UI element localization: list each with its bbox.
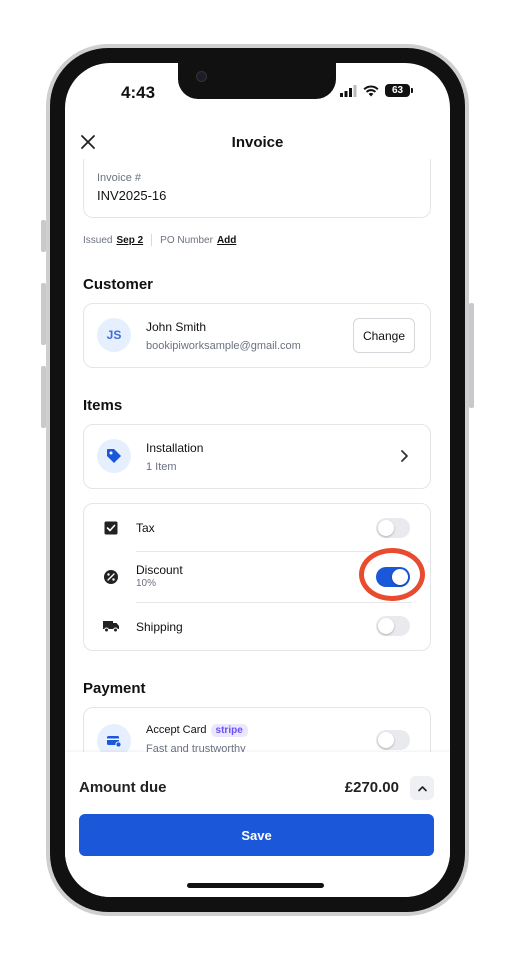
stripe-badge: stripe bbox=[210, 724, 248, 737]
accept-card-label: Accept Card bbox=[146, 724, 207, 736]
amount-due-label: Amount due bbox=[79, 779, 167, 796]
battery-indicator: 63 bbox=[385, 84, 413, 97]
amount-due-sheet: Amount due £270.00 Save bbox=[65, 752, 450, 897]
shipping-label: Shipping bbox=[136, 620, 183, 634]
customer-section-title: Customer bbox=[83, 276, 154, 293]
page-title: Invoice bbox=[231, 134, 284, 151]
front-camera bbox=[196, 71, 207, 82]
po-number-add-link[interactable]: Add bbox=[217, 235, 236, 246]
tax-label: Tax bbox=[136, 521, 155, 535]
payment-section-title: Payment bbox=[83, 680, 146, 697]
tax-toggle-knob bbox=[378, 520, 394, 536]
invoice-number-value: INV2025-16 bbox=[97, 188, 167, 203]
issued-label: Issued bbox=[83, 234, 113, 246]
chevron-right-icon[interactable] bbox=[397, 449, 411, 463]
discount-divider bbox=[136, 602, 412, 603]
save-button[interactable]: Save bbox=[79, 814, 434, 856]
invoice-number-label: Invoice # bbox=[97, 172, 142, 184]
shipping-toggle[interactable] bbox=[376, 616, 410, 636]
home-indicator bbox=[187, 883, 324, 888]
truck-icon bbox=[103, 621, 119, 633]
discount-label: Discount bbox=[136, 563, 183, 577]
silent-switch bbox=[41, 220, 46, 252]
shipping-toggle-knob bbox=[378, 618, 394, 634]
receipt-icon bbox=[104, 521, 118, 535]
item-count: 1 Item bbox=[146, 461, 177, 473]
tag-icon bbox=[107, 449, 121, 463]
card-icon bbox=[107, 736, 122, 748]
customer-avatar: JS bbox=[97, 318, 131, 352]
volume-up-button bbox=[41, 283, 46, 345]
issued-date-link[interactable]: Sep 2 bbox=[116, 235, 143, 246]
invoice-meta-row: Issued Sep 2 PO Number Add bbox=[83, 234, 236, 246]
customer-card[interactable]: JS John Smith bookipiworksample@gmail.co… bbox=[83, 303, 431, 368]
po-number-label: PO Number bbox=[160, 234, 213, 246]
discount-value: 10% bbox=[136, 578, 157, 589]
items-card[interactable]: Installation 1 Item bbox=[83, 424, 431, 489]
screen: 4:43 63 Invoice Invoice # INV2025-16 Iss… bbox=[65, 63, 450, 897]
highlight-annotation-ring bbox=[359, 548, 425, 601]
status-icons: 63 bbox=[340, 84, 413, 97]
customer-email: bookipiworksample@gmail.com bbox=[146, 340, 301, 352]
items-section-title: Items bbox=[83, 397, 123, 414]
signal-icon bbox=[340, 84, 357, 97]
meta-divider bbox=[151, 234, 153, 246]
amount-due-value: £270.00 bbox=[344, 779, 399, 796]
status-time: 4:43 bbox=[121, 83, 156, 102]
wifi-icon bbox=[363, 84, 379, 96]
item-name: Installation bbox=[146, 441, 204, 455]
accept-card-title: Accept Card stripe bbox=[146, 724, 248, 737]
tax-toggle[interactable] bbox=[376, 518, 410, 538]
volume-down-button bbox=[41, 366, 46, 428]
change-customer-button[interactable]: Change bbox=[353, 318, 415, 353]
accept-card-toggle[interactable] bbox=[376, 730, 410, 750]
power-button bbox=[469, 303, 474, 408]
invoice-number-field[interactable]: Invoice # INV2025-16 bbox=[83, 159, 431, 218]
customer-name: John Smith bbox=[146, 320, 207, 334]
tax-divider bbox=[136, 551, 412, 552]
accept-card-toggle-knob bbox=[378, 732, 394, 748]
notch bbox=[178, 63, 336, 99]
item-icon-badge bbox=[97, 439, 131, 473]
expand-summary-button[interactable] bbox=[410, 776, 434, 800]
percent-icon bbox=[104, 570, 118, 584]
chevron-up-icon bbox=[417, 785, 427, 791]
